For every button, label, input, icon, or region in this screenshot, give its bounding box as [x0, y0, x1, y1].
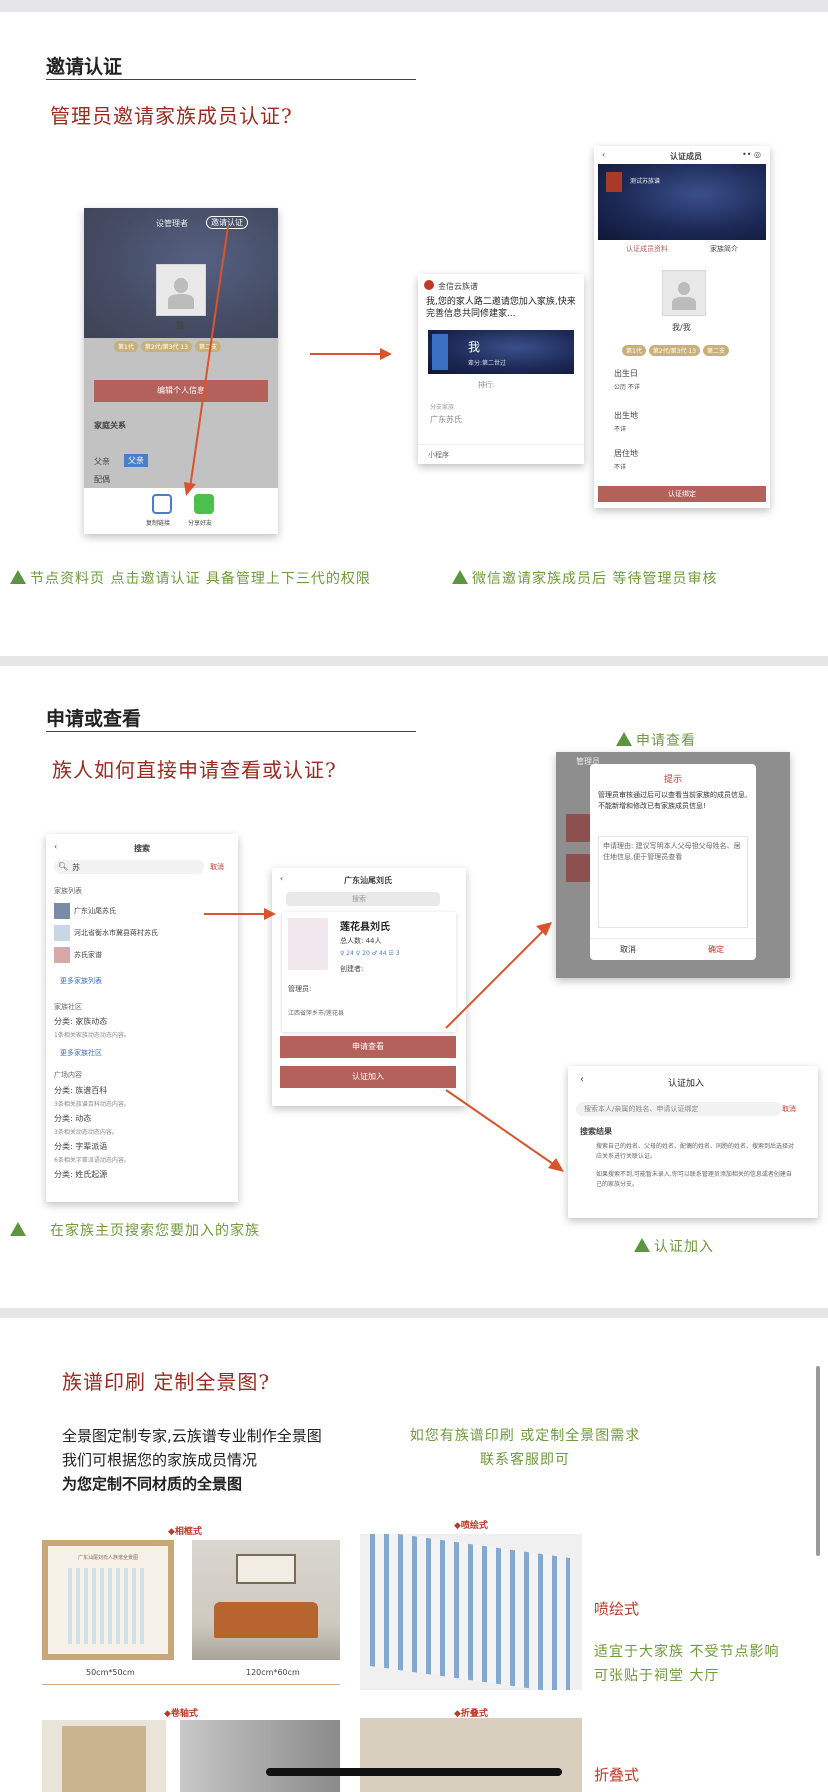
contact-line: 联系客服即可: [480, 1452, 570, 1468]
body-line: 为您定制不同材质的全景图: [62, 1475, 243, 1493]
desc-line: 可张贴于祠堂 大厅: [594, 1668, 720, 1684]
poster-description: 适宜于大家族 不受节点影响 可张贴于祠堂 大厅: [594, 1640, 820, 1688]
frame-content: 广东汕尾刘氏人族谱全景图: [48, 1546, 168, 1654]
body-line: 全景图定制专家,云族谱专业制作全景图: [62, 1427, 322, 1445]
sofa-photo: [192, 1540, 340, 1660]
frame-size: 50cm*50cm: [86, 1668, 135, 1677]
caption-text: 在家族主页搜索您要加入的家族: [50, 1223, 260, 1239]
fold-photo: [360, 1718, 582, 1792]
sofa: [214, 1602, 318, 1638]
triangle-icon: [10, 1222, 26, 1236]
fold-style-name: 折叠式: [594, 1766, 640, 1784]
page: 邀请认证 管理员邀请家族成员认证? 设管理者 邀请认证 我 第1代 第2代/第3代…: [0, 0, 828, 1792]
contact-note: 如您有族谱印刷 或定制全景图需求 联系客服即可: [390, 1424, 660, 1472]
scroll-photo-2: [180, 1720, 340, 1792]
print-description: 全景图定制专家,云族谱专业制作全景图 我们可根据您的家族成员情况 为您定制不同材…: [62, 1424, 322, 1496]
label-poster-style: ◆喷绘式: [454, 1521, 488, 1531]
scrollbar[interactable]: [816, 1366, 820, 1556]
caption-search-family: 在家族主页搜索您要加入的家族: [10, 1220, 260, 1240]
print-heading: 族谱印刷 定制全景图?: [62, 1370, 271, 1394]
desc-line: 适宜于大家族 不受节点影响: [594, 1644, 780, 1660]
label-frame-style: ◆相框式: [168, 1527, 202, 1537]
frame-photo: 广东汕尾刘氏人族谱全景图: [42, 1540, 174, 1660]
frame-title: 广东汕尾刘氏人族谱全景图: [77, 1555, 138, 1561]
divider: [42, 1684, 340, 1685]
body-line: 我们可根据您的家族成员情况: [62, 1451, 258, 1469]
apply-arrows: [204, 908, 564, 1172]
wall-frame: [236, 1554, 296, 1584]
scroll-photo: [42, 1720, 166, 1792]
poster-photo: [360, 1534, 582, 1690]
section-separator: [0, 1308, 828, 1318]
label-scroll-style: ◆卷轴式: [164, 1709, 198, 1719]
frame-size: 120cm*60cm: [246, 1668, 300, 1677]
scroll-image: [62, 1726, 146, 1792]
poster-style-name: 喷绘式: [594, 1600, 640, 1618]
contact-line: 如您有族谱印刷 或定制全景图需求: [409, 1428, 641, 1444]
home-indicator[interactable]: [266, 1768, 562, 1776]
poster-pattern: [370, 1534, 570, 1690]
tree-pattern: [68, 1568, 148, 1644]
